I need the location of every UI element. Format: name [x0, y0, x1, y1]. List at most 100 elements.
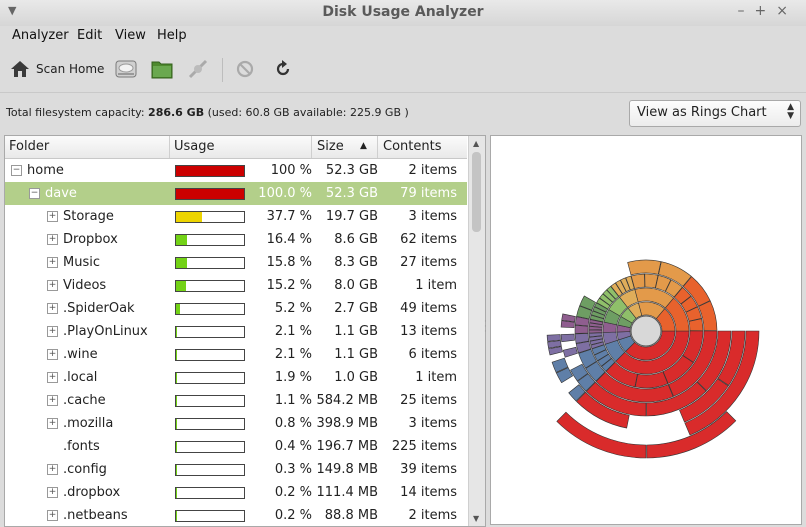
folder-name: .local — [63, 370, 98, 385]
item-count: 27 items — [400, 255, 457, 270]
pane-splitter[interactable]: · · · — [484, 318, 488, 350]
minimize-icon[interactable]: – — [738, 3, 755, 19]
home-icon — [11, 61, 29, 77]
tree-row[interactable]: + .dropbox 0.2 % 111.4 MB 14 items — [5, 481, 467, 504]
scan-remote-button[interactable] — [184, 56, 212, 82]
menu-view[interactable]: View — [115, 28, 146, 43]
expand-icon[interactable]: + — [47, 303, 58, 314]
usage-bar-fill — [176, 373, 178, 383]
column-size[interactable]: Size — [317, 139, 344, 154]
scroll-down-icon[interactable]: ▼ — [473, 514, 479, 523]
folder-name: .cache — [63, 393, 106, 408]
menu-analyzer[interactable]: Analyzer — [12, 28, 69, 43]
expand-icon[interactable]: + — [47, 257, 58, 268]
close-icon[interactable]: × — [776, 3, 798, 19]
tree-row[interactable]: + Dropbox 16.4 % 8.6 GB 62 items — [5, 228, 467, 251]
ring-segment[interactable] — [560, 333, 575, 343]
usage-bar — [175, 395, 245, 407]
toolbar-separator — [222, 58, 223, 82]
expand-icon[interactable]: + — [47, 464, 58, 475]
maximize-icon[interactable]: + — [755, 3, 777, 19]
tree-row[interactable]: + .mozilla 0.8 % 398.9 MB 3 items — [5, 412, 467, 435]
tree-row[interactable]: + .SpiderOak 5.2 % 2.7 GB 49 items — [5, 297, 467, 320]
tree-row[interactable]: + .cache 1.1 % 584.2 MB 25 items — [5, 389, 467, 412]
tree-row[interactable]: .fonts 0.4 % 196.7 MB 225 items — [5, 435, 467, 458]
column-divider — [377, 136, 378, 158]
usage-percent: 2.1 % — [274, 324, 312, 339]
expand-icon[interactable]: + — [47, 326, 58, 337]
expand-icon[interactable]: + — [47, 510, 58, 521]
expand-icon[interactable]: + — [47, 349, 58, 360]
folder-name: Dropbox — [63, 232, 118, 247]
usage-percent: 2.1 % — [274, 347, 312, 362]
column-contents[interactable]: Contents — [383, 139, 441, 154]
usage-bar — [175, 464, 245, 476]
tree-scrollbar[interactable]: ▲ ▼ — [468, 136, 485, 526]
usage-percent: 100.0 % — [258, 186, 312, 201]
scrollbar-thumb[interactable] — [472, 152, 481, 232]
expand-icon[interactable]: + — [47, 418, 58, 429]
expand-icon[interactable]: + — [47, 211, 58, 222]
tree-row[interactable]: + .netbeans 0.2 % 88.8 MB 2 items — [5, 504, 467, 526]
ring-segment[interactable] — [588, 329, 603, 334]
item-count: 39 items — [400, 462, 457, 477]
column-folder[interactable]: Folder — [9, 139, 49, 154]
refresh-button[interactable] — [270, 56, 296, 82]
item-count: 1 item — [415, 278, 457, 293]
rings-chart[interactable] — [491, 136, 801, 524]
item-count: 6 items — [408, 347, 457, 362]
scan-folder-button[interactable] — [148, 56, 176, 82]
usage-bar — [175, 487, 245, 499]
view-mode-select[interactable]: View as Rings Chart ▲ ▼ — [629, 100, 801, 127]
usage-bar-fill — [176, 258, 187, 268]
usage-percent: 0.4 % — [274, 439, 312, 454]
usage-bar-fill — [176, 166, 244, 176]
tree-row[interactable]: + Storage 37.7 % 19.7 GB 3 items — [5, 205, 467, 228]
scan-filesystem-button[interactable] — [112, 56, 140, 82]
collapse-icon[interactable]: − — [29, 188, 40, 199]
expand-icon[interactable]: + — [47, 372, 58, 383]
ring-center[interactable] — [630, 315, 662, 347]
tree-row[interactable]: + .config 0.3 % 149.8 MB 39 items — [5, 458, 467, 481]
scroll-up-icon[interactable]: ▲ — [473, 139, 479, 148]
ring-segment[interactable] — [627, 259, 662, 276]
ring-segment[interactable] — [634, 371, 669, 389]
usage-bar-fill — [176, 327, 178, 337]
tree-row[interactable]: + .local 1.9 % 1.0 GB 1 item — [5, 366, 467, 389]
tree-row[interactable]: + Music 15.8 % 8.3 GB 27 items — [5, 251, 467, 274]
view-mode-label: View as Rings Chart — [637, 105, 767, 120]
tree-row[interactable]: + .wine 2.1 % 1.1 GB 6 items — [5, 343, 467, 366]
tree-row[interactable]: − home 100 % 52.3 GB 2 items — [5, 159, 467, 182]
usage-percent: 0.2 % — [274, 508, 312, 523]
column-usage[interactable]: Usage — [174, 139, 215, 154]
ring-segment[interactable] — [546, 334, 561, 342]
scan-home-button[interactable]: Scan Home — [10, 56, 106, 82]
folder-name: .wine — [63, 347, 98, 362]
expand-icon[interactable]: + — [47, 487, 58, 498]
tree-row[interactable]: + .PlayOnLinux 2.1 % 1.1 GB 13 items — [5, 320, 467, 343]
folder-size: 8.0 GB — [334, 278, 378, 293]
menu-help[interactable]: Help — [157, 28, 187, 43]
usage-bar — [175, 165, 245, 177]
expand-icon[interactable]: + — [47, 395, 58, 406]
ring-segment[interactable] — [561, 313, 576, 323]
ring-segment[interactable] — [574, 324, 589, 334]
item-count: 3 items — [408, 416, 457, 431]
collapse-icon[interactable]: − — [11, 165, 22, 176]
menu-edit[interactable]: Edit — [77, 28, 102, 43]
expand-icon[interactable]: + — [47, 234, 58, 245]
expand-icon[interactable]: + — [47, 280, 58, 291]
folder-name: .netbeans — [63, 508, 128, 523]
stop-button[interactable] — [232, 56, 258, 82]
usage-percent: 16.4 % — [266, 232, 312, 247]
usage-bar — [175, 280, 245, 292]
menubar: Analyzer Edit View Help — [0, 26, 806, 48]
tree-row[interactable]: − dave 100.0 % 52.3 GB 79 items — [5, 182, 467, 205]
folder-size: 8.3 GB — [334, 255, 378, 270]
tree-row[interactable]: + Videos 15.2 % 8.0 GB 1 item — [5, 274, 467, 297]
toolbar: Scan Home — [0, 50, 806, 88]
ring-segment[interactable] — [562, 346, 578, 358]
usage-percent: 100 % — [270, 163, 312, 178]
folder-name: .config — [63, 462, 107, 477]
stop-icon — [236, 60, 254, 78]
